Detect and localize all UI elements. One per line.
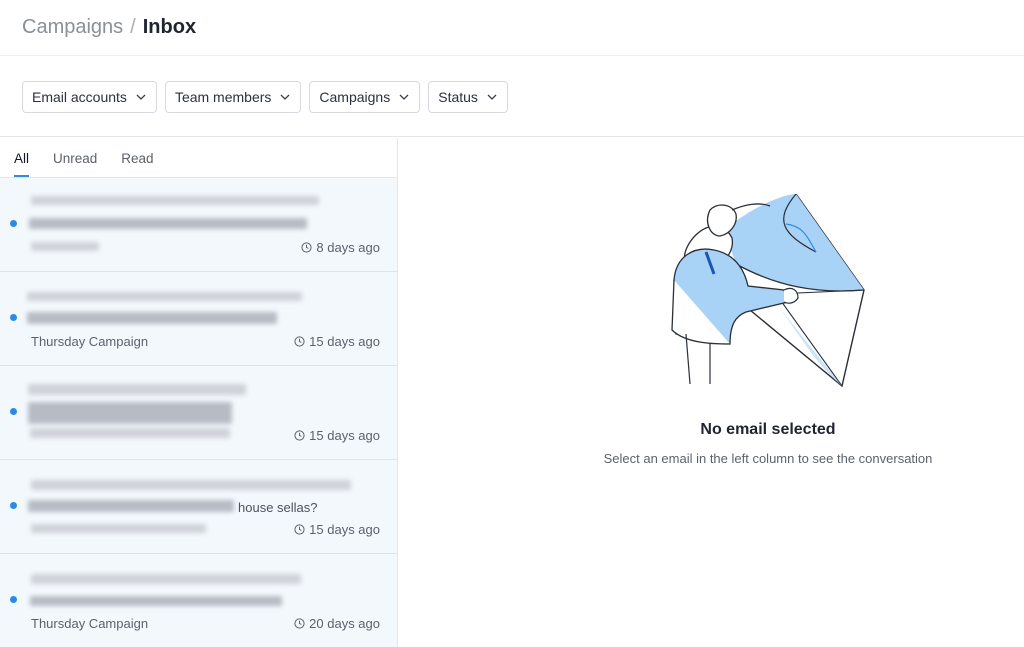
redacted-subject	[29, 218, 307, 229]
redacted-campaign	[31, 524, 206, 533]
redacted-sender	[31, 574, 301, 584]
page-title: Inbox	[142, 16, 197, 38]
redacted-subject	[30, 596, 282, 606]
email-list-panel: All Unread Read 8 days ago Thursday Camp…	[0, 138, 398, 647]
clock-icon	[294, 618, 305, 629]
page-header: Campaigns / Inbox	[0, 0, 1024, 56]
person-reading-envelope-illustration	[671, 194, 865, 388]
redacted-subject	[28, 500, 234, 512]
email-campaign: Thursday Campaign	[31, 334, 149, 349]
unread-dot	[10, 314, 17, 321]
email-list-item[interactable]: house sellas? 15 days ago	[0, 460, 397, 554]
email-subject-fragment: house sellas?	[238, 500, 318, 515]
email-list-item[interactable]: 8 days ago	[0, 178, 397, 272]
chevron-down-icon	[399, 94, 409, 100]
unread-dot	[10, 408, 17, 415]
redacted-sender	[31, 480, 351, 490]
email-time: 15 days ago	[294, 428, 380, 443]
email-list-item[interactable]: Thursday Campaign 15 days ago	[0, 272, 397, 366]
inbox-tabs: All Unread Read	[0, 138, 397, 178]
conversation-panel: No email selected Select an email in the…	[398, 138, 1024, 647]
email-list: 8 days ago Thursday Campaign 15 days ago…	[0, 178, 397, 647]
email-time-text: 15 days ago	[309, 334, 380, 349]
redacted-subject	[28, 402, 232, 424]
email-time: 20 days ago	[294, 616, 380, 631]
email-accounts-filter[interactable]: Email accounts	[22, 80, 157, 113]
tab-all[interactable]: All	[14, 151, 30, 177]
status-filter[interactable]: Status	[428, 80, 508, 113]
redacted-campaign	[31, 242, 99, 251]
email-time: 15 days ago	[294, 522, 380, 537]
email-time: 15 days ago	[294, 334, 380, 349]
tab-read[interactable]: Read	[121, 151, 153, 177]
email-campaign: Thursday Campaign	[31, 616, 149, 631]
email-time: 8 days ago	[301, 240, 380, 255]
clock-icon	[301, 242, 312, 253]
filter-bar: Email accounts Team members Campaigns St…	[0, 57, 1024, 137]
breadcrumb-separator: /	[130, 16, 136, 38]
clock-icon	[294, 336, 305, 347]
filter-label: Status	[438, 88, 478, 105]
unread-dot	[10, 596, 17, 603]
tab-unread[interactable]: Unread	[53, 151, 97, 177]
redacted-sender	[28, 384, 246, 395]
filter-label: Campaigns	[319, 88, 391, 105]
team-members-filter[interactable]: Team members	[164, 80, 302, 113]
unread-dot	[10, 220, 17, 227]
filter-label: Email accounts	[32, 88, 127, 105]
breadcrumb: Campaigns / Inbox	[22, 16, 196, 39]
redacted-campaign	[30, 428, 230, 438]
filter-label: Team members	[174, 88, 272, 105]
breadcrumb-campaigns[interactable]: Campaigns	[22, 16, 123, 39]
empty-state-subtitle: Select an email in the left column to se…	[603, 451, 933, 466]
chevron-down-icon	[280, 94, 290, 100]
email-time-text: 15 days ago	[309, 522, 380, 537]
empty-state-title: No email selected	[700, 421, 836, 438]
email-time-text: 8 days ago	[316, 240, 380, 255]
campaigns-filter[interactable]: Campaigns	[309, 80, 421, 113]
chevron-down-icon	[487, 94, 497, 100]
redacted-sender	[31, 196, 319, 205]
redacted-sender	[27, 292, 302, 301]
clock-icon	[294, 524, 305, 535]
chevron-down-icon	[136, 94, 146, 100]
email-list-item[interactable]: 15 days ago	[0, 366, 397, 460]
clock-icon	[294, 430, 305, 441]
email-time-text: 15 days ago	[309, 428, 380, 443]
redacted-subject	[27, 312, 277, 324]
email-time-text: 20 days ago	[309, 616, 380, 631]
unread-dot	[10, 502, 17, 509]
email-list-item[interactable]: Thursday Campaign 20 days ago	[0, 554, 397, 647]
